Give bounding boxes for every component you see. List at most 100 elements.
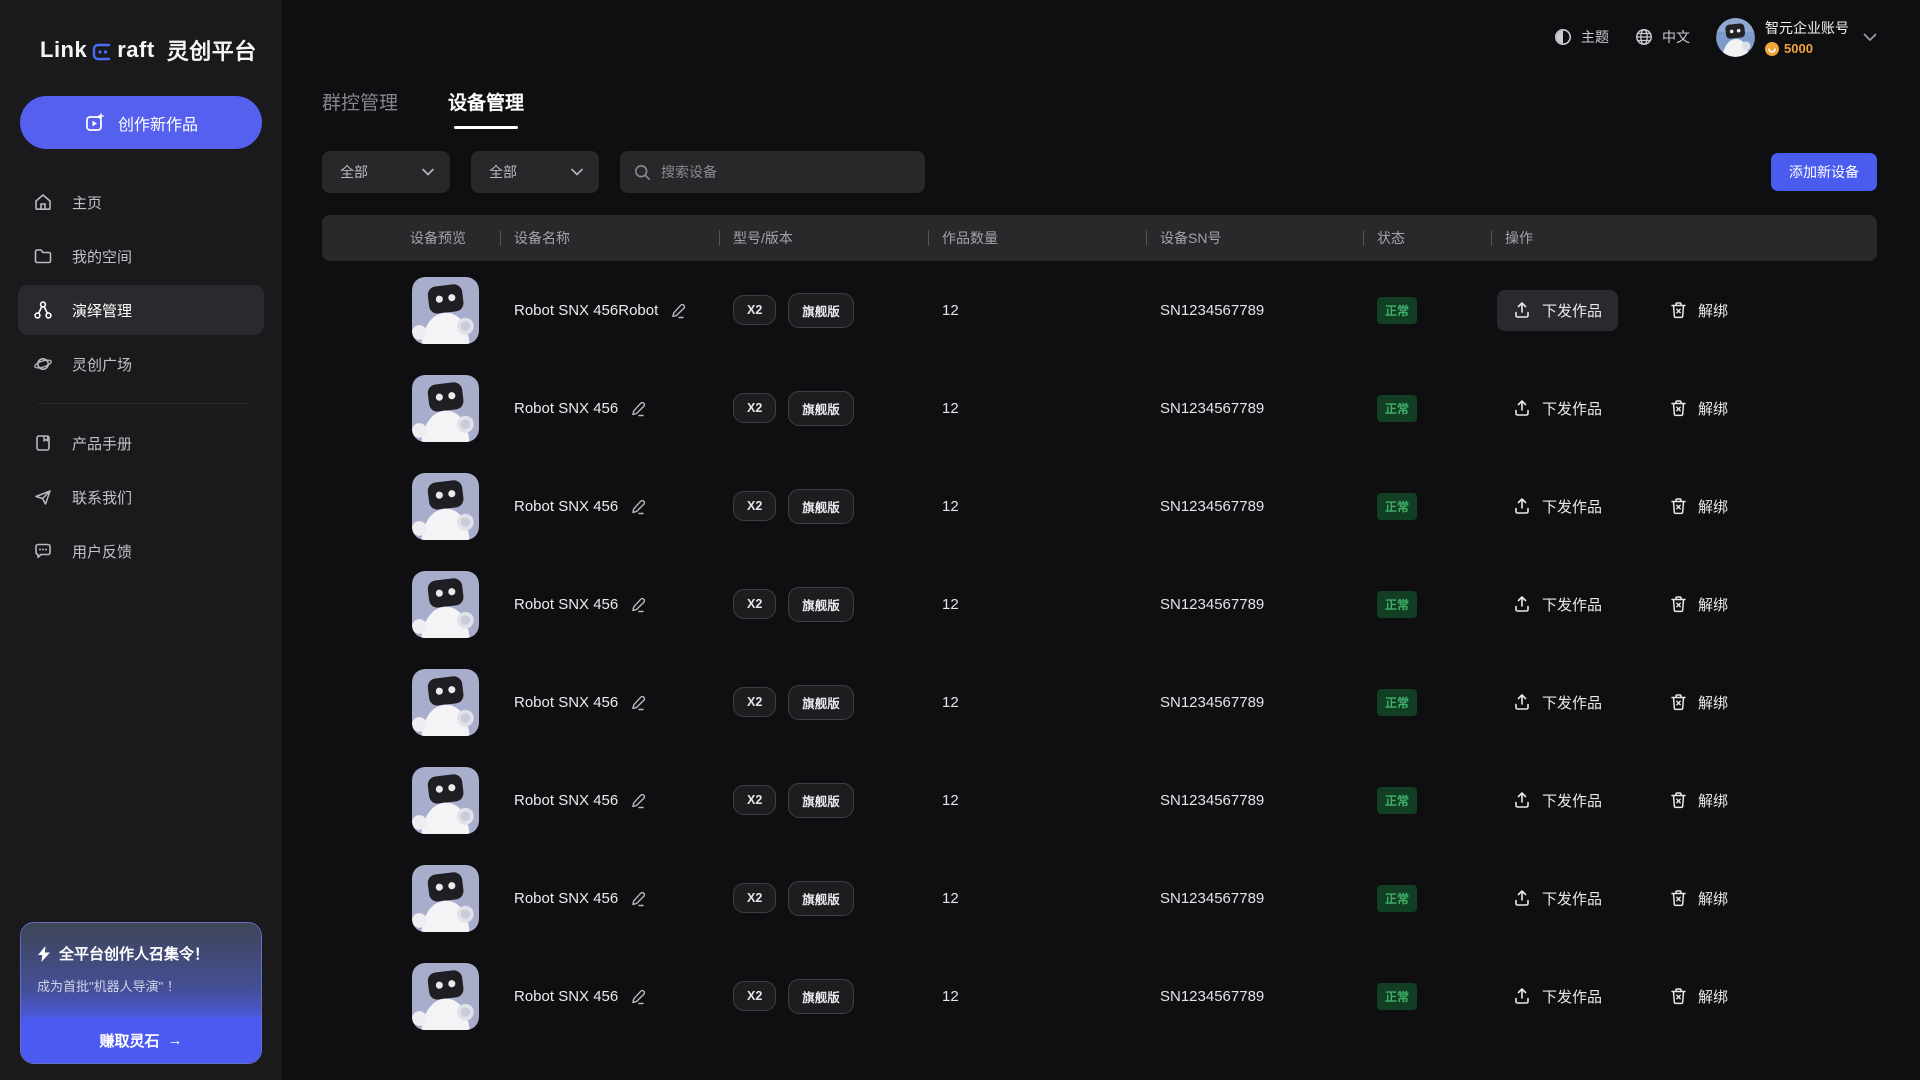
promo-title: 全平台创作人召集令！	[59, 943, 209, 964]
theme-toggle[interactable]: 主题	[1554, 27, 1609, 47]
actions-cell: 下发作品 解绑	[1497, 976, 1877, 1017]
model-badge: X2	[733, 883, 776, 913]
device-thumbnail	[412, 375, 479, 442]
device-thumbnail	[412, 767, 479, 834]
unbind-button[interactable]: 解绑	[1662, 878, 1736, 919]
home-icon	[32, 192, 54, 212]
sidebar-item-performance-management[interactable]: 演绎管理	[18, 285, 264, 335]
device-name-cell: Robot SNX 456	[506, 400, 725, 417]
deploy-work-button[interactable]: 下发作品	[1497, 486, 1618, 527]
unbind-label: 解绑	[1698, 594, 1728, 615]
status-badge: 正常	[1377, 787, 1417, 814]
unbind-button[interactable]: 解绑	[1662, 388, 1736, 429]
brand-prefix: Link	[40, 37, 87, 63]
column-header-name: 设备名称	[506, 228, 725, 248]
status-badge: 正常	[1377, 297, 1417, 324]
edit-pencil-icon[interactable]	[630, 498, 647, 515]
sidebar-item-home[interactable]: 主页	[18, 177, 264, 227]
device-thumbnail	[412, 865, 479, 932]
device-sn: SN1234567789	[1152, 400, 1369, 417]
unbind-label: 解绑	[1698, 496, 1728, 517]
lightning-icon	[37, 946, 51, 962]
trash-icon	[1670, 497, 1687, 515]
sidebar-item-contact-us[interactable]: 联系我们	[18, 472, 264, 522]
table-row: Robot SNX 456 X2 旗舰版 12 SN1234567789 正常 …	[322, 555, 1877, 653]
create-button-label: 创作新作品	[118, 111, 198, 135]
upload-icon	[1513, 791, 1531, 809]
unbind-button[interactable]: 解绑	[1662, 290, 1736, 331]
edit-pencil-icon[interactable]	[630, 596, 647, 613]
status-badge: 正常	[1377, 395, 1417, 422]
tab-device-management[interactable]: 设备管理	[448, 88, 524, 129]
status-badge: 正常	[1377, 493, 1417, 520]
device-table: 设备预览 设备名称 型号/版本 作品数量 设备SN号 状态 操作 Robot S…	[322, 215, 1877, 1045]
unbind-button[interactable]: 解绑	[1662, 682, 1736, 723]
works-count: 12	[934, 694, 1152, 711]
table-row: Robot SNX 456 X2 旗舰版 12 SN1234567789 正常 …	[322, 359, 1877, 457]
sidebar-item-lingchuang-plaza[interactable]: 灵创广场	[18, 339, 264, 389]
deploy-work-button[interactable]: 下发作品	[1497, 388, 1618, 429]
model-badge: X2	[733, 687, 776, 717]
unbind-button[interactable]: 解绑	[1662, 780, 1736, 821]
deploy-work-button[interactable]: 下发作品	[1497, 976, 1618, 1017]
device-preview-cell	[322, 375, 506, 442]
filter-dropdown-status[interactable]: 全部	[471, 151, 599, 193]
theme-label: 主题	[1581, 27, 1609, 47]
edit-pencil-icon[interactable]	[630, 792, 647, 809]
filter-dropdown-type[interactable]: 全部	[322, 151, 450, 193]
status-cell: 正常	[1369, 493, 1497, 520]
trash-icon	[1670, 791, 1687, 809]
model-version-cell: X2 旗舰版	[725, 489, 934, 524]
deploy-work-label: 下发作品	[1542, 398, 1602, 419]
table-row: Robot SNX 456 X2 旗舰版 12 SN1234567789 正常 …	[322, 849, 1877, 947]
add-device-button[interactable]: 添加新设备	[1771, 153, 1877, 191]
create-new-work-button[interactable]: 创作新作品	[20, 96, 262, 149]
unbind-label: 解绑	[1698, 986, 1728, 1007]
edit-pencil-icon[interactable]	[670, 302, 687, 319]
globe-icon	[1635, 28, 1653, 46]
unbind-button[interactable]: 解绑	[1662, 976, 1736, 1017]
version-badge: 旗舰版	[788, 489, 854, 524]
theme-contrast-icon	[1554, 28, 1572, 46]
paper-plane-icon	[32, 487, 54, 507]
deploy-work-button[interactable]: 下发作品	[1497, 584, 1618, 625]
tab-group-control[interactable]: 群控管理	[322, 88, 398, 129]
earn-lingshi-button[interactable]: 赚取灵石 →	[21, 1017, 261, 1063]
status-cell: 正常	[1369, 787, 1497, 814]
device-preview-cell	[322, 669, 506, 736]
works-count: 12	[934, 988, 1152, 1005]
model-version-cell: X2 旗舰版	[725, 685, 934, 720]
device-name-cell: Robot SNX 456	[506, 890, 725, 907]
sidebar-item-my-space[interactable]: 我的空间	[18, 231, 264, 281]
sidebar-item-user-feedback[interactable]: 用户反馈	[18, 526, 264, 576]
device-thumbnail	[412, 669, 479, 736]
unbind-button[interactable]: 解绑	[1662, 486, 1736, 527]
deploy-work-button[interactable]: 下发作品	[1497, 682, 1618, 723]
actions-cell: 下发作品 解绑	[1497, 682, 1877, 723]
unbind-button[interactable]: 解绑	[1662, 584, 1736, 625]
edit-pencil-icon[interactable]	[630, 400, 647, 417]
sidebar: Link raft 灵创平台 创作新作品 主页	[0, 0, 282, 1080]
language-switcher[interactable]: 中文	[1635, 27, 1690, 47]
brand-suffix: raft	[117, 37, 154, 63]
robot-face-logo-icon	[90, 40, 114, 64]
device-sn: SN1234567789	[1152, 694, 1369, 711]
search-input[interactable]	[661, 164, 911, 180]
app-window: Link raft 灵创平台 创作新作品 主页	[0, 0, 1920, 1080]
status-cell: 正常	[1369, 983, 1497, 1010]
edit-pencil-icon[interactable]	[630, 694, 647, 711]
deploy-work-button[interactable]: 下发作品	[1497, 780, 1618, 821]
deploy-work-button[interactable]: 下发作品	[1497, 878, 1618, 919]
table-row: Robot SNX 456 X2 旗舰版 12 SN1234567789 正常 …	[322, 653, 1877, 751]
sidebar-item-product-manual[interactable]: 产品手册	[18, 418, 264, 468]
edit-pencil-icon[interactable]	[630, 890, 647, 907]
trash-icon	[1670, 301, 1687, 319]
edit-pencil-icon[interactable]	[630, 988, 647, 1005]
deploy-work-button[interactable]: 下发作品	[1497, 290, 1618, 331]
model-version-cell: X2 旗舰版	[725, 293, 934, 328]
device-name: Robot SNX 456	[514, 498, 618, 515]
actions-cell: 下发作品 解绑	[1497, 290, 1877, 331]
account-menu[interactable]: 智元企业账号 5000	[1716, 18, 1877, 57]
deploy-work-label: 下发作品	[1542, 300, 1602, 321]
model-version-cell: X2 旗舰版	[725, 587, 934, 622]
